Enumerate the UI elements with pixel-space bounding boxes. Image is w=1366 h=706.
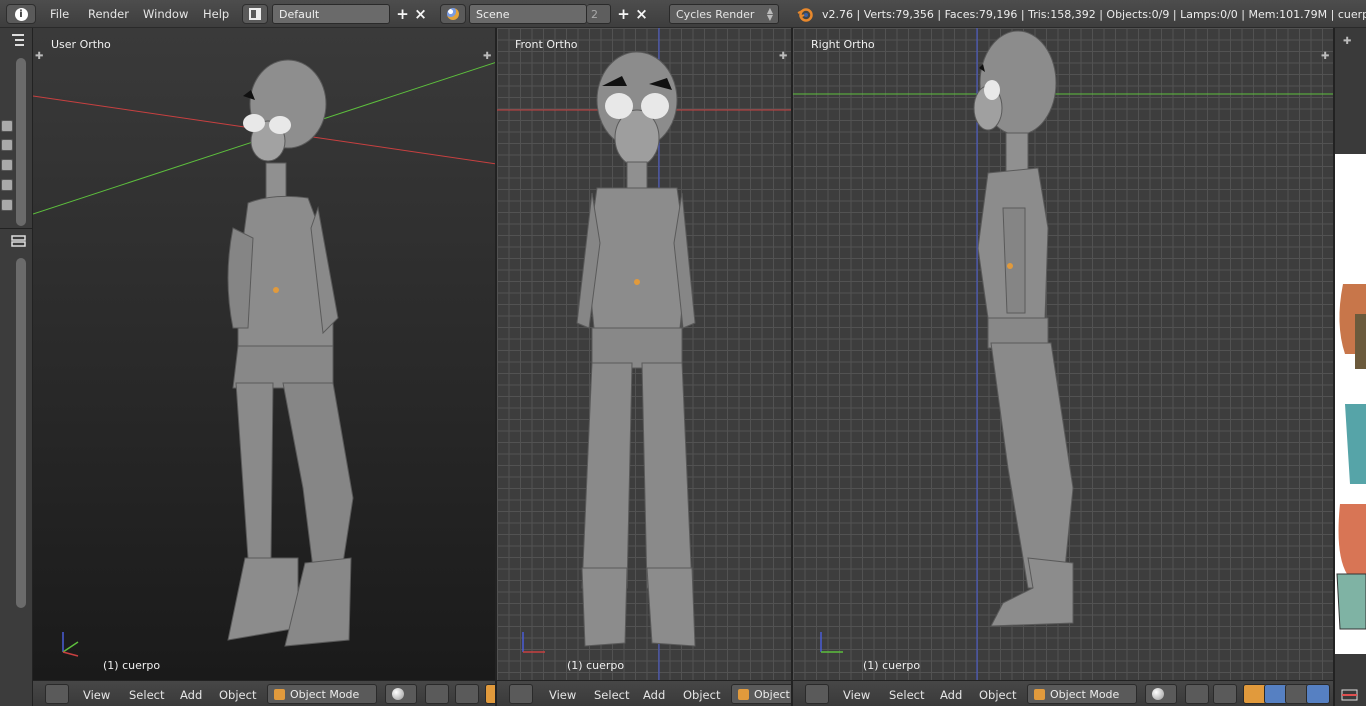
menu-object[interactable]: Object xyxy=(683,688,720,702)
screen-layout-button[interactable] xyxy=(242,4,268,24)
plus-icon[interactable]: ✚ xyxy=(1343,34,1357,48)
menu-select[interactable]: Select xyxy=(129,688,164,702)
active-object-label: (1) cuerpo xyxy=(863,659,921,672)
view3d-header: View Select Add Object Object Mode xyxy=(793,680,1335,706)
add-layout-button[interactable]: + xyxy=(394,5,411,23)
editor-type-button[interactable] xyxy=(805,684,829,704)
camera-icon[interactable] xyxy=(1,199,13,211)
interaction-mode-select[interactable]: Object Mode xyxy=(267,684,377,704)
editor-type-button[interactable] xyxy=(509,684,533,704)
scene-selector-button[interactable] xyxy=(440,4,466,24)
outliner-icon[interactable] xyxy=(10,32,28,48)
active-object-label: (1) cuerpo xyxy=(103,659,161,672)
info-icon: i xyxy=(14,7,28,21)
scene-statistics: v2.76 | Verts:79,356 | Faces:79,196 | Tr… xyxy=(822,8,1366,21)
pivot-button[interactable] xyxy=(1185,684,1209,704)
remove-scene-button[interactable]: × xyxy=(633,5,650,23)
plus-icon[interactable]: ✚ xyxy=(35,52,45,62)
camera-icon[interactable] xyxy=(1,139,13,151)
menu-view[interactable]: View xyxy=(549,688,576,702)
scene-canvas xyxy=(497,28,791,680)
viewport-right-ortho[interactable]: Right Ortho ✚ (1) cuerpo xyxy=(793,28,1335,680)
plus-icon: + xyxy=(617,5,630,23)
reference-image xyxy=(1335,154,1366,654)
render-engine-select[interactable]: Cycles Render ▲ ▼ xyxy=(669,4,779,24)
object-cube-icon xyxy=(274,689,285,700)
menu-render[interactable]: Render xyxy=(88,7,129,21)
shading-button[interactable] xyxy=(385,684,417,704)
scene-users: 2 xyxy=(587,4,611,24)
mode-label: Object Mode xyxy=(290,688,360,701)
toolshelf-tabs xyxy=(0,28,33,706)
screen-layout-field[interactable]: Default xyxy=(272,4,390,24)
menu-help[interactable]: Help xyxy=(203,7,229,21)
camera-icon[interactable] xyxy=(1,120,13,132)
menu-add[interactable]: Add xyxy=(180,688,202,702)
add-scene-button[interactable]: + xyxy=(615,5,632,23)
mode-label: Object Mode xyxy=(1050,688,1120,701)
viewport-label: User Ortho xyxy=(51,38,111,51)
plus-icon[interactable]: ✚ xyxy=(1321,52,1331,62)
menu-select[interactable]: Select xyxy=(594,688,629,702)
shading-button[interactable] xyxy=(1145,684,1177,704)
pivot-button[interactable] xyxy=(425,684,449,704)
scene-canvas xyxy=(793,28,1333,680)
menu-view[interactable]: View xyxy=(83,688,110,702)
render-engine-label: Cycles Render xyxy=(676,8,755,21)
viewport-user-ortho[interactable]: User Ortho ✚ ✚ (1) cuerpo xyxy=(33,28,497,680)
scene-icon xyxy=(447,8,459,20)
menu-add[interactable]: Add xyxy=(643,688,665,702)
sphere-icon xyxy=(1152,688,1164,700)
layout-grid-icon xyxy=(249,8,261,20)
camera-icon[interactable] xyxy=(1,179,13,191)
plus-icon[interactable]: ✚ xyxy=(779,52,789,62)
interaction-mode-select[interactable]: Object M xyxy=(731,684,791,704)
menu-add[interactable]: Add xyxy=(940,688,962,702)
manipulator-button[interactable] xyxy=(455,684,479,704)
image-editor-strip[interactable]: ✚ xyxy=(1335,28,1366,706)
scene-canvas xyxy=(33,59,495,657)
remove-layout-button[interactable]: × xyxy=(412,5,429,23)
view3d-header: View Select Add Object Object M xyxy=(497,680,793,706)
viewport-label: Front Ortho xyxy=(515,38,578,51)
blender-logo-icon xyxy=(797,6,813,22)
menu-view[interactable]: View xyxy=(843,688,870,702)
image-menu-icon[interactable] xyxy=(1340,688,1360,702)
info-header: i File Render Window Help Default + × Sc… xyxy=(0,0,1366,28)
viewport-label: Right Ortho xyxy=(811,38,875,51)
scrollbar[interactable] xyxy=(16,258,26,608)
dropdown-arrows-icon: ▲ ▼ xyxy=(766,6,773,22)
menu-file[interactable]: File xyxy=(50,7,69,21)
plus-icon: + xyxy=(396,5,409,23)
object-cube-icon xyxy=(738,689,749,700)
menu-select[interactable]: Select xyxy=(889,688,924,702)
properties-icon[interactable] xyxy=(10,233,28,249)
menu-object[interactable]: Object xyxy=(219,688,256,702)
view3d-header: View Select Add Object Object Mode xyxy=(33,680,497,706)
scale-button[interactable] xyxy=(1306,684,1330,704)
active-object-label: (1) cuerpo xyxy=(567,659,625,672)
editor-type-button[interactable]: i xyxy=(6,4,36,24)
editor-type-button[interactable] xyxy=(45,684,69,704)
scene-field[interactable]: Scene xyxy=(469,4,587,24)
close-icon: × xyxy=(414,5,427,23)
mode-label: Object M xyxy=(754,688,791,701)
close-icon: × xyxy=(635,5,648,23)
menu-window[interactable]: Window xyxy=(143,7,188,21)
plus-icon[interactable]: ✚ xyxy=(483,52,493,62)
scrollbar[interactable] xyxy=(16,58,26,226)
camera-icon[interactable] xyxy=(1,159,13,171)
manipulator-button[interactable] xyxy=(1213,684,1237,704)
interaction-mode-select[interactable]: Object Mode xyxy=(1027,684,1137,704)
sphere-icon xyxy=(392,688,404,700)
viewport-front-ortho[interactable]: Front Ortho ✚ (1) cuerpo xyxy=(497,28,793,680)
translate-button[interactable] xyxy=(485,684,495,704)
object-cube-icon xyxy=(1034,689,1045,700)
menu-object[interactable]: Object xyxy=(979,688,1016,702)
